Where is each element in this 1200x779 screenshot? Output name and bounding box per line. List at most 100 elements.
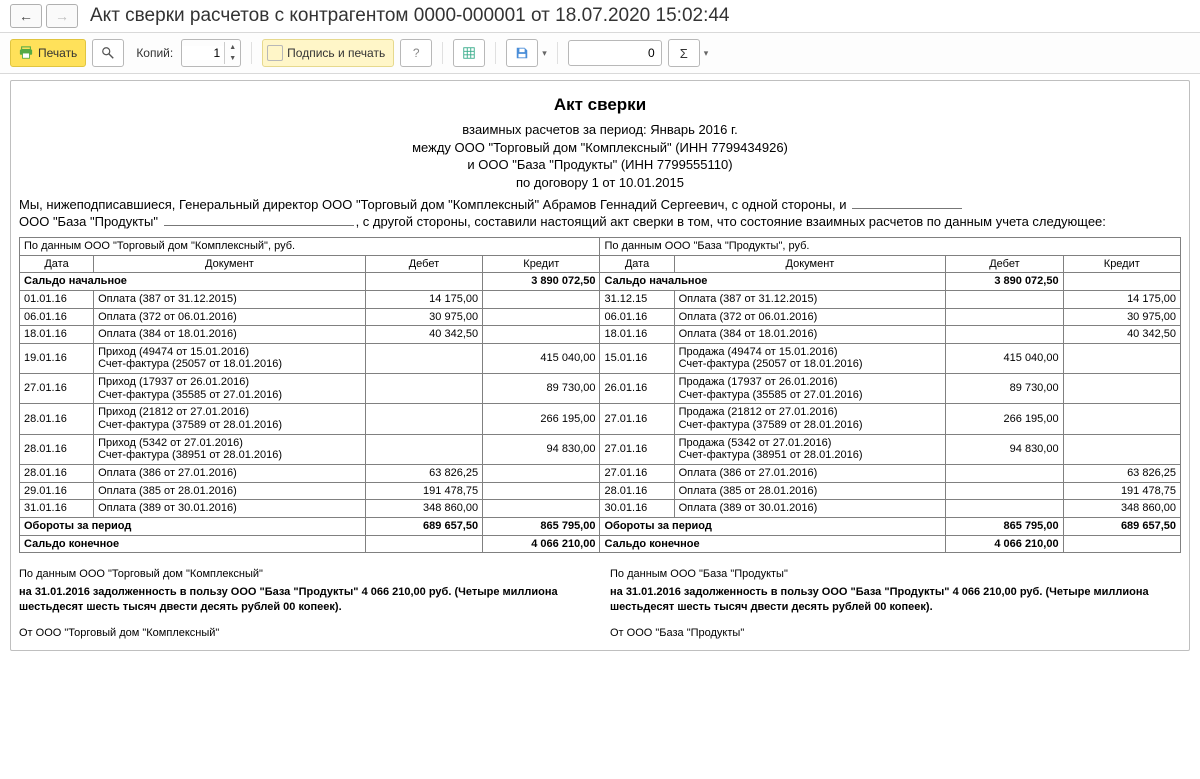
doc-subtitle: взаимных расчетов за период: Январь 2016… (19, 121, 1181, 191)
cell: 27.01.16 (20, 374, 94, 404)
cell: Продажа (17937 от 26.01.2016) Счет-факту… (674, 374, 946, 404)
cell: 30 975,00 (1063, 308, 1180, 326)
table-row: 29.01.16Оплата (385 от 28.01.2016)191 47… (20, 482, 1181, 500)
cell (483, 482, 600, 500)
separator (442, 42, 443, 64)
party-right-header: По данным ООО "База "Продукты", руб. (600, 237, 1181, 255)
cell: Продажа (5342 от 27.01.2016) Счет-фактур… (674, 434, 946, 464)
print-label: Печать (38, 46, 77, 60)
help-button[interactable]: ? (400, 39, 432, 67)
cell: Приход (17937 от 26.01.2016) Счет-фактур… (94, 374, 366, 404)
cell (483, 500, 600, 518)
copies-label: Копий: (136, 46, 173, 60)
copies-up-icon[interactable]: ▲ (225, 42, 240, 53)
cell: Оплата (386 от 27.01.2016) (674, 464, 946, 482)
titlebar: ← → Акт сверки расчетов с контрагентом 0… (0, 0, 1200, 33)
copies-down-icon[interactable]: ▼ (225, 53, 240, 64)
col-credit: Кредит (1063, 255, 1180, 273)
print-button[interactable]: Печать (10, 39, 86, 67)
cell: 348 860,00 (1063, 500, 1180, 518)
col-credit: Кредит (483, 255, 600, 273)
sum-chevron-icon[interactable]: ▾ (704, 48, 709, 59)
preamble-text: Мы, нижеподписавшиеся, Генеральный дирек… (19, 197, 1181, 231)
cell: 94 830,00 (483, 434, 600, 464)
cell: Оплата (389 от 30.01.2016) (94, 500, 366, 518)
copies-input[interactable] (182, 46, 224, 60)
cell: Оплата (385 от 28.01.2016) (94, 482, 366, 500)
save-chevron-icon[interactable]: ▾ (542, 48, 547, 59)
cell: 06.01.16 (20, 308, 94, 326)
reconciliation-table: По данным ООО "Торговый дом "Комплексный… (19, 237, 1181, 553)
cell: 28.01.16 (600, 482, 674, 500)
cell: Оплата (372 от 06.01.2016) (674, 308, 946, 326)
nav-forward-button[interactable]: → (46, 4, 78, 28)
footer: По данным ООО "Торговый дом "Комплексный… (19, 567, 1181, 640)
cell: 40 342,50 (1063, 326, 1180, 344)
sign-label: Подпись и печать (287, 46, 385, 60)
separator (495, 42, 496, 64)
cell: 14 175,00 (365, 290, 482, 308)
cell: Приход (5342 от 27.01.2016) Счет-фактура… (94, 434, 366, 464)
footer-right-summary: на 31.01.2016 задолженность в пользу ООО… (610, 585, 1181, 614)
preview-button[interactable] (92, 39, 124, 67)
cell (483, 464, 600, 482)
table-row: 01.01.16Оплата (387 от 31.12.2015)14 175… (20, 290, 1181, 308)
doc-title: Акт сверки (19, 95, 1181, 115)
cell (1063, 343, 1180, 373)
table-row: Дата Документ Дебет Кредит Дата Документ… (20, 255, 1181, 273)
col-debit: Дебет (365, 255, 482, 273)
cell: 415 040,00 (483, 343, 600, 373)
cell: 28.01.16 (20, 434, 94, 464)
cell: 06.01.16 (600, 308, 674, 326)
copies-stepper[interactable]: ▲ ▼ (181, 39, 241, 67)
footer-right-from: От ООО "База "Продукты" (610, 626, 1181, 640)
cell: 28.01.16 (20, 464, 94, 482)
table-row: 28.01.16 Оплата (386 от 27.01.2016) 63 826… (20, 464, 1181, 482)
cell: Оплата (372 от 06.01.2016) (94, 308, 366, 326)
page-number-input[interactable] (568, 40, 662, 66)
sign-and-stamp-button[interactable]: Подпись и печать (262, 39, 394, 67)
col-date: Дата (20, 255, 94, 273)
cell (483, 308, 600, 326)
cell (483, 326, 600, 344)
col-date: Дата (600, 255, 674, 273)
col-debit: Дебет (946, 255, 1063, 273)
cell (946, 326, 1063, 344)
cell (1063, 404, 1180, 434)
table-row: 31.01.16Оплата (389 от 30.01.2016)348 86… (20, 500, 1181, 518)
checkbox-icon[interactable] (267, 45, 283, 61)
footer-left: По данным ООО "Торговый дом "Комплексный… (19, 567, 590, 640)
magnifier-icon (101, 46, 115, 60)
cell: 63 826,25 (365, 464, 482, 482)
nav-back-button[interactable]: ← (10, 4, 42, 28)
footer-left-hdr: По данным ООО "Торговый дом "Комплексный… (19, 567, 590, 581)
cell: Оплата (387 от 31.12.2015) (94, 290, 366, 308)
cell: 18.01.16 (20, 326, 94, 344)
cell: 89 730,00 (483, 374, 600, 404)
cell: 15.01.16 (600, 343, 674, 373)
col-doc: Документ (94, 255, 366, 273)
help-icon: ? (413, 46, 420, 60)
cell: Оплата (389 от 30.01.2016) (674, 500, 946, 518)
cell: 30 975,00 (365, 308, 482, 326)
cell: 31.12.15 (600, 290, 674, 308)
sum-button[interactable]: Σ (668, 39, 700, 67)
cell: 19.01.16 (20, 343, 94, 373)
cell: Приход (21812 от 27.01.2016) Счет-фактур… (94, 404, 366, 434)
toolbar: Печать Копий: ▲ ▼ Подпись и печать ? ▾ (0, 33, 1200, 74)
cell: 28.01.16 (20, 404, 94, 434)
table-row: По данным ООО "Торговый дом "Комплексный… (20, 237, 1181, 255)
cell: 266 195,00 (483, 404, 600, 434)
cell (946, 464, 1063, 482)
cell: 27.01.16 (600, 434, 674, 464)
table-row: 06.01.16Оплата (372 от 06.01.2016)30 975… (20, 308, 1181, 326)
cell: 191 478,75 (1063, 482, 1180, 500)
cell: 29.01.16 (20, 482, 94, 500)
export-button[interactable] (453, 39, 485, 67)
table-row: 28.01.16Приход (21812 от 27.01.2016) Сче… (20, 404, 1181, 434)
table-row: 27.01.16Приход (17937 от 26.01.2016) Сче… (20, 374, 1181, 404)
save-button[interactable] (506, 39, 538, 67)
sigma-icon: Σ (680, 46, 688, 61)
cell: Оплата (385 от 28.01.2016) (674, 482, 946, 500)
document-preview: Акт сверки взаимных расчетов за период: … (10, 80, 1190, 651)
